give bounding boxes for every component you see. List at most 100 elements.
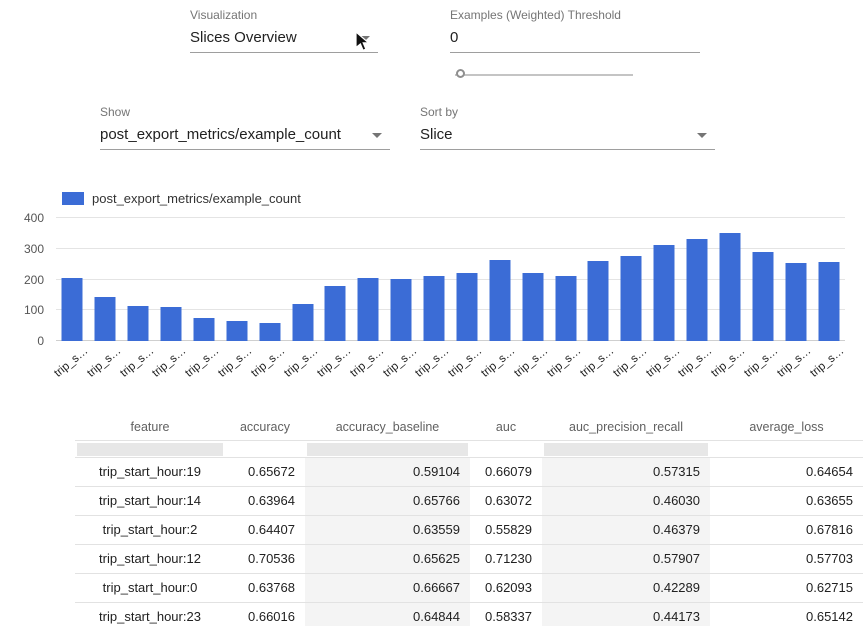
table-cell: 0.57703: [710, 545, 863, 573]
filter-input[interactable]: [75, 441, 225, 457]
table-cell: trip_start_hour:23: [75, 603, 225, 626]
bar[interactable]: [226, 321, 247, 341]
table-cell: 0.65766: [305, 487, 470, 515]
show-control: Show post_export_metrics/example_count: [100, 105, 390, 150]
bar[interactable]: [62, 278, 83, 341]
filter-box: [77, 443, 223, 456]
sortby-select[interactable]: Slice: [420, 125, 715, 150]
bar-slot: trip_s…: [681, 218, 714, 341]
bar[interactable]: [752, 252, 773, 341]
bar[interactable]: [785, 263, 806, 341]
table-cell: 0.57315: [542, 458, 710, 486]
filter-input[interactable]: [542, 441, 710, 457]
bar[interactable]: [95, 297, 116, 341]
chevron-down-icon: [697, 133, 707, 138]
visualization-select[interactable]: Slices Overview: [190, 28, 378, 53]
table-header-row: featureaccuracyaccuracy_baselineaucauc_p…: [75, 413, 863, 441]
table-cell: 0.57907: [542, 545, 710, 573]
threshold-input[interactable]: [450, 28, 700, 53]
table-cell: 0.65625: [305, 545, 470, 573]
table-cell: trip_start_hour:14: [75, 487, 225, 515]
bar-slot: trip_s…: [746, 218, 779, 341]
y-tick-label: 400: [24, 212, 44, 224]
column-header[interactable]: accuracy_baseline: [305, 420, 470, 434]
bar[interactable]: [555, 276, 576, 341]
x-tick-label: trip_s…: [381, 345, 419, 380]
bar[interactable]: [522, 273, 543, 341]
table-cell: 0.66667: [305, 574, 470, 602]
filter-row: [75, 441, 863, 458]
bar-slot: trip_s…: [451, 218, 484, 341]
table-cell: 0.64407: [225, 516, 305, 544]
y-tick-label: 200: [24, 274, 44, 286]
column-header[interactable]: accuracy: [225, 420, 305, 434]
table-cell: 0.66079: [470, 458, 542, 486]
column-header[interactable]: average_loss: [710, 420, 863, 434]
bar[interactable]: [193, 318, 214, 341]
bar[interactable]: [456, 273, 477, 341]
slider-knob[interactable]: [456, 69, 465, 78]
bar[interactable]: [818, 262, 839, 341]
bar-slot: trip_s…: [253, 218, 286, 341]
slicing-metrics-browser: Visualization Slices Overview Examples (…: [0, 0, 863, 626]
bar-slot: trip_s…: [89, 218, 122, 341]
bar[interactable]: [161, 307, 182, 341]
column-header[interactable]: feature: [75, 420, 225, 434]
filter-input[interactable]: [305, 441, 470, 457]
filter-cell: [470, 441, 542, 457]
bar[interactable]: [621, 256, 642, 341]
table-cell: 0.63559: [305, 516, 470, 544]
table-row: trip_start_hour:230.660160.648440.583370…: [75, 603, 863, 626]
table-cell: 0.66016: [225, 603, 305, 626]
show-value: post_export_metrics/example_count: [100, 126, 341, 143]
slider-track[interactable]: [455, 74, 633, 76]
bar[interactable]: [687, 239, 708, 341]
table-cell: trip_start_hour:12: [75, 545, 225, 573]
x-tick-label: trip_s…: [578, 345, 616, 380]
bar[interactable]: [654, 245, 675, 341]
bar-slot: trip_s…: [549, 218, 582, 341]
bar-slot: trip_s…: [483, 218, 516, 341]
filter-box: [307, 443, 468, 456]
x-tick-label: trip_s…: [447, 345, 485, 380]
bar[interactable]: [588, 261, 609, 341]
x-tick-label: trip_s…: [479, 345, 517, 380]
bar[interactable]: [719, 233, 740, 341]
x-tick-label: trip_s…: [808, 345, 846, 380]
table-cell: 0.65672: [225, 458, 305, 486]
bar[interactable]: [292, 304, 313, 341]
bar[interactable]: [391, 279, 412, 341]
legend-label: post_export_metrics/example_count: [92, 191, 301, 206]
bar-slot: trip_s…: [188, 218, 221, 341]
x-tick-label: trip_s…: [348, 345, 386, 380]
sortby-label: Sort by: [420, 105, 715, 119]
bar-slot: trip_s…: [122, 218, 155, 341]
show-select[interactable]: post_export_metrics/example_count: [100, 125, 390, 150]
table-row: trip_start_hour:00.637680.666670.620930.…: [75, 574, 863, 603]
threshold-slider[interactable]: [455, 69, 633, 81]
bar-slot: trip_s…: [516, 218, 549, 341]
table-row: trip_start_hour:20.644070.635590.558290.…: [75, 516, 863, 545]
filter-cell: [710, 441, 863, 457]
x-tick-label: trip_s…: [151, 345, 189, 380]
bar-slot: trip_s…: [385, 218, 418, 341]
bar[interactable]: [489, 260, 510, 341]
bar[interactable]: [358, 278, 379, 341]
x-tick-label: trip_s…: [184, 345, 222, 380]
y-tick-label: 300: [24, 243, 44, 255]
column-header[interactable]: auc_precision_recall: [542, 420, 710, 434]
table-cell: 0.46379: [542, 516, 710, 544]
column-header[interactable]: auc: [470, 420, 542, 434]
x-tick-label: trip_s…: [710, 345, 748, 380]
y-tick-label: 0: [37, 335, 44, 347]
bar[interactable]: [128, 306, 149, 341]
plot-area: trip_s…trip_s…trip_s…trip_s…trip_s…trip_…: [56, 218, 845, 341]
x-tick-label: trip_s…: [742, 345, 780, 380]
visualization-control: Visualization Slices Overview: [190, 8, 378, 53]
bar[interactable]: [424, 276, 445, 341]
table-cell: 0.63655: [710, 487, 863, 515]
bar[interactable]: [325, 286, 346, 341]
table-cell: 0.55829: [470, 516, 542, 544]
bar[interactable]: [259, 323, 280, 341]
metrics-table: featureaccuracyaccuracy_baselineaucauc_p…: [75, 413, 863, 626]
